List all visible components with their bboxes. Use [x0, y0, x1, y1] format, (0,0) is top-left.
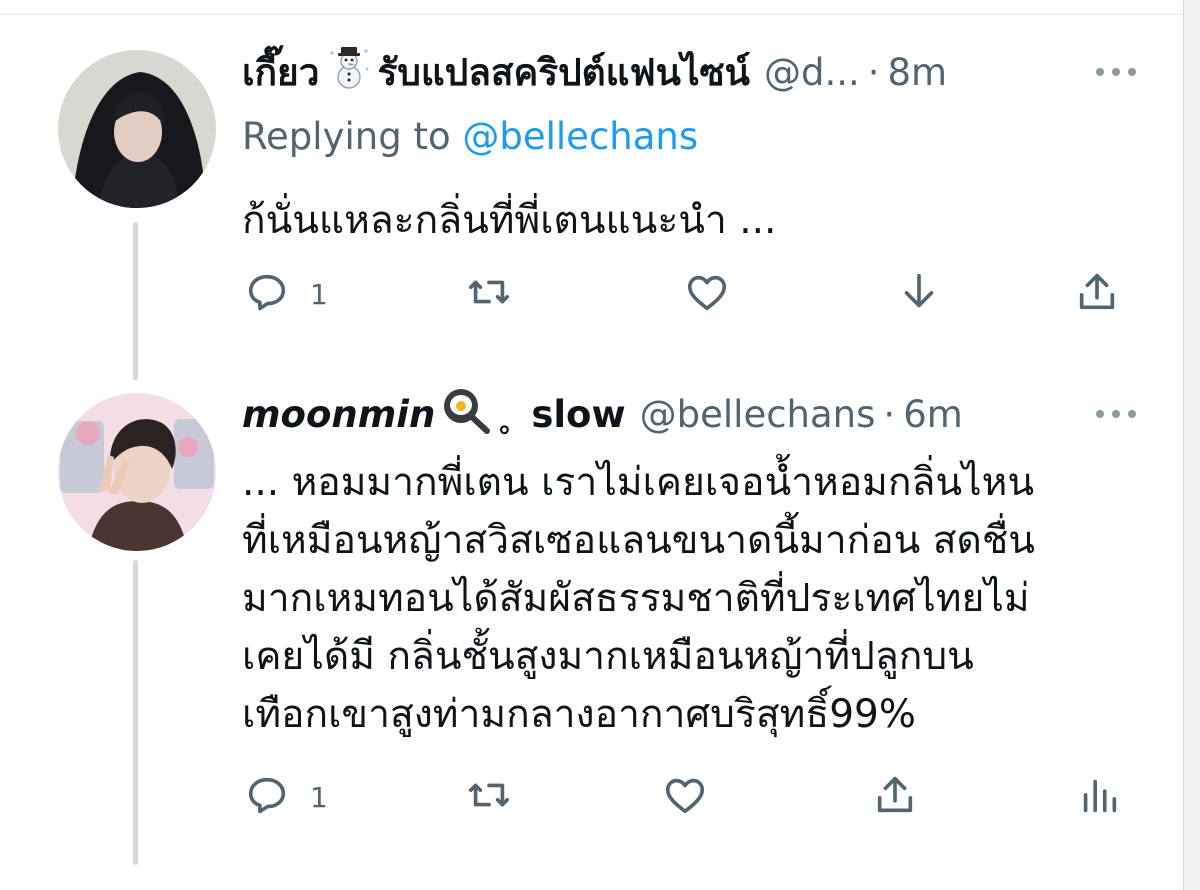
more-options-icon[interactable] — [1096, 410, 1136, 418]
display-name[interactable]: เกี๊ยว — [242, 43, 320, 102]
more-options-icon[interactable] — [1096, 68, 1136, 76]
display-name-suffix[interactable]: slow — [531, 393, 625, 436]
share-icon — [872, 772, 918, 822]
text-line: เทือกเขาสูงท่ามกลางอากาศบริสุทธิ์99% — [242, 692, 916, 737]
display-name[interactable]: moonmin — [242, 393, 435, 436]
tweet-text: ก้นั่นแหละกลิ่นที่พี่เตนแนะนำ ... — [242, 192, 1142, 250]
like-icon — [684, 269, 730, 319]
like-button[interactable] — [684, 264, 730, 324]
text-line: ก้นั่นแหละกลิ่นที่พี่เตนแนะนำ ... — [242, 198, 777, 243]
reply-button[interactable]: 1 — [244, 767, 328, 827]
retweet-icon — [466, 269, 512, 319]
like-icon — [662, 772, 708, 822]
avatar[interactable] — [58, 393, 216, 551]
tweet[interactable]: moonmin 。 slow @bellechans · 6m ... หอมม… — [0, 384, 1183, 854]
replying-handle-link[interactable]: @bellechans — [462, 115, 698, 158]
tweet-text: ... หอมมากพี่เตน เราไม่เคยเจอน้ำหอมกลิ่น… — [242, 454, 1142, 744]
timestamp[interactable]: 6m — [903, 393, 963, 436]
user-handle[interactable]: @d... — [764, 51, 860, 94]
download-icon — [896, 269, 942, 319]
timestamp[interactable]: 8m — [888, 51, 948, 94]
small-mark: 。 — [499, 408, 526, 439]
frying-pan-egg-icon — [441, 386, 493, 443]
analytics-button[interactable] — [1076, 767, 1122, 827]
avatar[interactable] — [58, 50, 216, 208]
retweet-button[interactable] — [466, 264, 512, 324]
share-button[interactable] — [872, 767, 918, 827]
tweet-header: moonmin 。 slow @bellechans · 6m — [242, 384, 963, 444]
user-handle[interactable]: @bellechans — [640, 393, 876, 436]
action-bar: 1 — [0, 264, 1183, 324]
top-divider — [0, 0, 1200, 15]
retweet-icon — [466, 772, 512, 822]
text-line: เคยได้มี กลิ่นชั้นสูงมากเหมือนหญ้าที่ปลู… — [242, 634, 974, 679]
window-edge — [1183, 0, 1200, 890]
separator: · — [867, 50, 880, 94]
text-line: ... หอมมากพี่เตน เราไม่เคยเจอน้ำหอมกลิ่น… — [242, 460, 1034, 505]
reply-count: 1 — [310, 277, 328, 311]
like-button[interactable] — [662, 767, 708, 827]
share-icon — [1074, 269, 1120, 319]
download-button[interactable] — [896, 264, 942, 324]
tweet-header: เกี๊ยว รับแปลสคริปต์แฟนไซน์ @d... · 8m — [242, 42, 947, 102]
retweet-button[interactable] — [466, 767, 512, 827]
text-line: ที่เหมือนหญ้าสวิสเซอแลนขนาดนี้มาก่อน สดช… — [242, 518, 1035, 563]
reply-button[interactable]: 1 — [244, 264, 328, 324]
text-line: มากเหมทอนได้สัมผัสธรรมชาติที่ประเทศไทยไม… — [242, 576, 1030, 621]
reply-icon — [244, 772, 290, 822]
action-bar: 1 — [0, 767, 1183, 827]
analytics-icon — [1076, 772, 1122, 822]
replying-to: Replying to @bellechans — [242, 115, 698, 158]
reply-icon — [244, 269, 290, 319]
snowman-icon — [326, 45, 372, 100]
tweet[interactable]: เกี๊ยว รับแปลสคริปต์แฟนไซน์ @d... · 8m R… — [0, 40, 1183, 340]
share-button[interactable] — [1074, 264, 1120, 324]
display-name-suffix[interactable]: รับแปลสคริปต์แฟนไซน์ — [378, 43, 750, 102]
reply-count: 1 — [310, 780, 328, 814]
replying-label: Replying to — [242, 115, 451, 158]
separator: · — [883, 392, 896, 436]
